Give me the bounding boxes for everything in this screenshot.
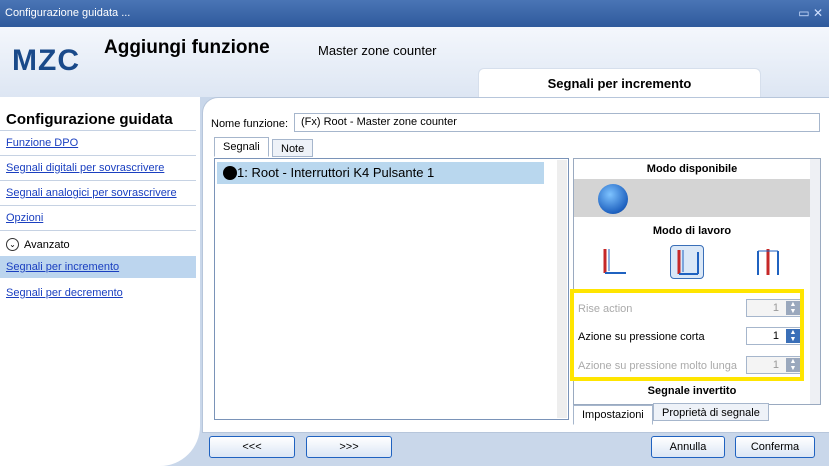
- sidebar-item-funzione-dpo[interactable]: Funzione DPO: [6, 137, 78, 149]
- window-titlebar: Configurazione guidata ... ▭ ✕: [0, 0, 829, 27]
- scrollbar[interactable]: [557, 160, 567, 418]
- sidebar-item-segnali-incremento[interactable]: Segnali per incremento: [6, 261, 119, 273]
- sidebar-item-segnali-decremento[interactable]: Segnali per decremento: [6, 287, 123, 299]
- current-step: Segnali per incremento: [478, 68, 761, 98]
- function-name-input[interactable]: (Fx) Root - Master zone counter: [294, 113, 820, 132]
- work-mode-toggle-icon[interactable]: [754, 247, 782, 277]
- modo-lavoro-heading: Modo di lavoro: [652, 225, 732, 237]
- divider: [0, 180, 196, 181]
- pushbutton-mode-icon[interactable]: [598, 184, 628, 214]
- window-title: Configurazione guidata ...: [5, 7, 131, 19]
- tab-note[interactable]: Note: [272, 139, 314, 157]
- chevron-down-icon: ⌄: [6, 238, 19, 251]
- confirm-button[interactable]: Conferma: [735, 436, 815, 458]
- window-controls[interactable]: ▭ ✕: [798, 0, 823, 27]
- advanced-label: Avanzato: [24, 238, 70, 251]
- page-subtitle: Master zone counter: [318, 43, 437, 58]
- highlight-box: [570, 289, 804, 381]
- prev-button[interactable]: <<<: [209, 436, 295, 458]
- work-mode-pulse-icon: [677, 250, 699, 275]
- tree-row-label: 1: Root - Interruttori K4 Pulsante 1: [237, 165, 435, 180]
- segnale-invertito-heading: Segnale invertito: [647, 385, 737, 397]
- work-mode-selected[interactable]: [670, 245, 704, 279]
- sidebar: Configurazione guidata Funzione DPO Segn…: [0, 97, 200, 466]
- panel-scrollbar[interactable]: [810, 159, 820, 404]
- signal-tree[interactable]: 1: Root - Interruttori K4 Pulsante 1: [214, 158, 569, 420]
- tab-segnali[interactable]: Segnali: [214, 137, 269, 157]
- page-title: Aggiungi funzione: [104, 37, 270, 58]
- divider: [0, 155, 196, 156]
- modo-disponibile-heading: Modo disponibile: [646, 163, 738, 175]
- advanced-toggle[interactable]: ⌄ Avanzato: [6, 238, 70, 251]
- header: MZC Aggiungi funzione Master zone counte…: [0, 27, 829, 98]
- tab-proprieta-segnale[interactable]: Proprietà di segnale: [653, 403, 769, 421]
- sidebar-item-segnali-analogici[interactable]: Segnali analogici per sovrascrivere: [6, 187, 177, 199]
- name-label: Nome funzione:: [211, 118, 289, 130]
- divider: [0, 230, 196, 231]
- sidebar-item-opzioni[interactable]: Opzioni: [6, 212, 43, 224]
- pushbutton-icon: [223, 166, 237, 180]
- sidebar-title: Configurazione guidata: [6, 111, 173, 128]
- tab-impostazioni[interactable]: Impostazioni: [573, 405, 653, 425]
- logo: MZC: [12, 44, 80, 77]
- tree-row[interactable]: 1: Root - Interruttori K4 Pulsante 1: [217, 162, 544, 184]
- next-button[interactable]: >>>: [306, 436, 392, 458]
- work-mode-rise-icon[interactable]: [600, 247, 628, 277]
- sidebar-item-segnali-digitali[interactable]: Segnali digitali per sovrascrivere: [6, 162, 164, 174]
- main-panel: Nome funzione: (Fx) Root - Master zone c…: [202, 97, 829, 433]
- divider: [0, 205, 196, 206]
- cancel-button[interactable]: Annulla: [651, 436, 725, 458]
- divider: [0, 130, 196, 131]
